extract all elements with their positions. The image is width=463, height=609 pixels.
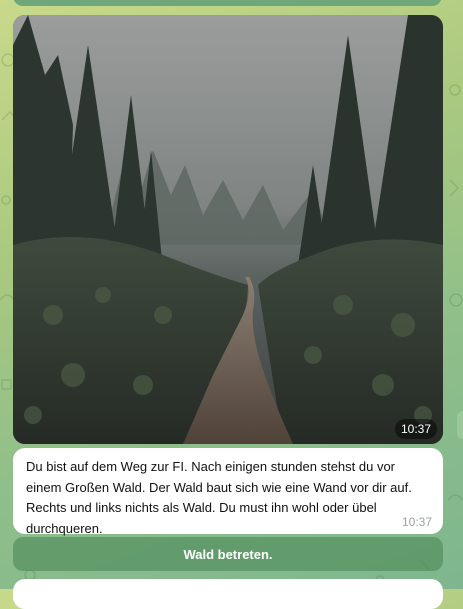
text-message-bubble: Du bist auf dem Weg zur FI. Nach einigen… [13, 448, 443, 536]
message-timestamp: 10:37 [401, 515, 432, 529]
scroll-handle[interactable] [457, 411, 463, 439]
message-text: Du bist auf dem Weg zur FI. Nach einigen… [26, 459, 412, 536]
previous-message-bubble [13, 0, 442, 6]
enter-forest-button[interactable]: Wald betreten. [13, 537, 443, 571]
misty-forest-path-photo[interactable] [13, 15, 443, 444]
next-message-bubble [13, 579, 443, 609]
photo-message[interactable]: 10:37 [13, 15, 443, 444]
photo-timestamp: 10:37 [394, 419, 437, 439]
